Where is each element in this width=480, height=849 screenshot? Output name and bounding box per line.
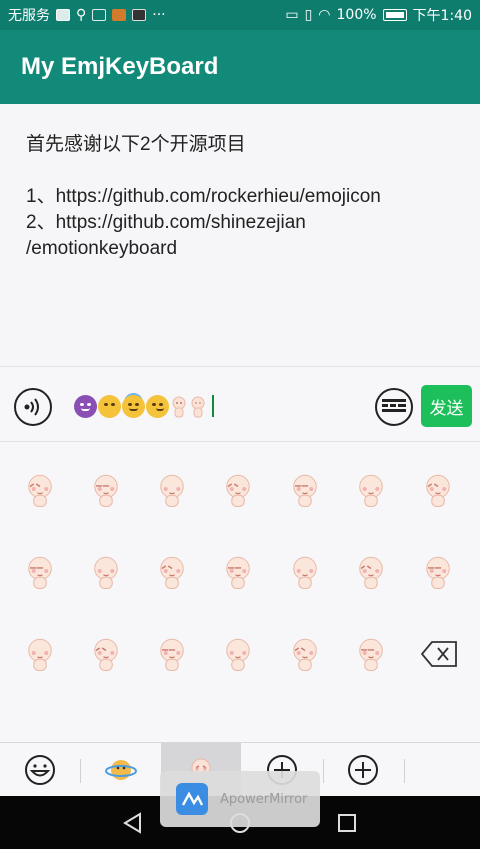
apowermirror-logo-icon [176,783,208,815]
usb-icon: ⚲ [76,7,87,23]
project-link-2-cont: /emotionkeyboard [26,238,178,259]
baby-cute-emoji[interactable] [20,633,60,673]
baby-sleepy-emoji[interactable] [351,469,391,509]
intro-text: 首先感谢以下2个开源项目 [26,134,246,155]
wifi-icon: ◠ [318,7,331,23]
baby-frown-emoji[interactable] [418,551,458,591]
backspace-icon [420,641,457,667]
devil-emoji [74,394,97,418]
app-notification-icon [112,9,127,21]
baby-heart-eyes-emoji[interactable] [20,469,60,509]
carrier-text: 无服务 [8,8,50,24]
voice-input-button[interactable] [14,388,52,426]
smiley-icon [25,755,55,785]
neutral-face-emoji [98,394,121,418]
app-title: My EmjKeyBoard [21,53,219,80]
tab-add-2[interactable] [323,743,403,797]
back-icon[interactable] [122,812,142,834]
keyboard-toggle-button[interactable] [375,388,413,426]
gallery-notification-icon [56,9,70,21]
add-icon [348,755,378,785]
baby-emoji [189,395,207,418]
baby-blush-emoji[interactable] [285,469,325,509]
send-button[interactable]: 发送 [421,385,472,427]
status-bar: 无服务 ⚲ ··· ▭ ▯ ◠ 100% 下午1:40 [0,0,480,30]
baby-angry-emoji[interactable] [218,551,258,591]
baby-cry-emoji[interactable] [152,633,192,673]
baby-shocked-emoji[interactable] [152,469,192,509]
baby-sad-emoji[interactable] [152,551,192,591]
baby-surprised-emoji[interactable] [285,633,325,673]
vibrate-icon: ▯ [304,7,313,23]
baby-squint-emoji[interactable] [86,469,126,509]
baby-smile-emoji[interactable] [218,633,258,673]
baby-emoji [170,395,188,418]
overlay-label: ApowerMirror [220,791,308,807]
baby-wink-emoji[interactable] [86,633,126,673]
backspace-button[interactable] [420,640,458,668]
app-bar: My EmjKeyBoard [0,30,480,104]
baby-tired-emoji[interactable] [351,633,391,673]
text-cursor [212,395,214,417]
planet-icon [105,760,137,780]
battery-icon [382,9,407,21]
baby-annoyed-emoji[interactable] [351,551,391,591]
baby-happy-emoji[interactable] [86,551,126,591]
project-link-1: 1、https://github.com/rockerhieu/emojicon [26,186,381,207]
baby-pout-emoji[interactable] [285,551,325,591]
baby-glasses-emoji[interactable] [418,469,458,509]
more-notifications: ··· [152,7,166,23]
input-row: 发送 [0,366,480,442]
battery-percent: 100% [336,7,377,23]
voice-icon [24,398,39,416]
emoji-grid [0,443,480,741]
angel-emoji [122,394,145,418]
smirk-emoji [146,394,169,418]
app-notification-icon [92,9,107,21]
baby-crying-emoji[interactable] [218,469,258,509]
message-content: 首先感谢以下2个开源项目 1、https://github.com/rocker… [0,104,480,366]
keyboard-icon [382,399,406,412]
project-link-2: 2、https://github.com/shinezejian [26,212,306,233]
cast-icon: ▭ [285,7,299,23]
message-input[interactable] [74,391,214,421]
recents-icon[interactable] [337,813,357,833]
app-notification-icon [132,9,147,21]
tab-smiley[interactable] [0,743,80,797]
apowermirror-overlay: ApowerMirror [160,771,320,827]
clock: 下午1:40 [412,8,472,24]
baby-dizzy-emoji[interactable] [20,551,60,591]
tab-planet[interactable] [81,743,161,797]
